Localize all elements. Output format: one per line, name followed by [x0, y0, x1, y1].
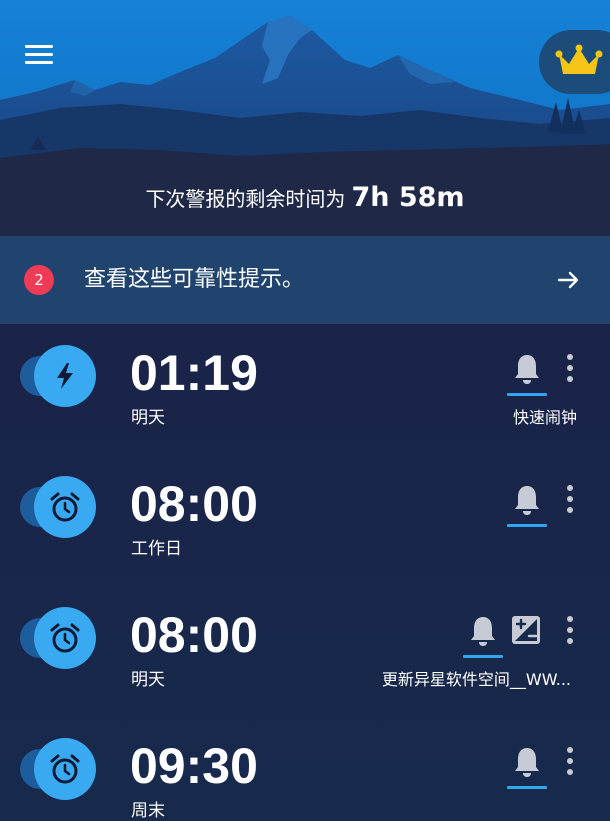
bell-icon	[515, 486, 539, 515]
alarm-sound-button[interactable]	[507, 741, 547, 789]
alarm-row: 08:00 工作日	[0, 455, 610, 586]
alarm-toggle[interactable]	[18, 475, 98, 539]
reliability-tips-text: 查看这些可靠性提示。	[84, 267, 305, 292]
next-alarm-remaining: 7h 58m	[351, 182, 465, 213]
alarm-sound-button[interactable]	[463, 610, 503, 658]
alarm-note: 快速闹钟	[512, 408, 577, 427]
header: 下次警报的剩余时间为 7h 58m	[0, 0, 610, 236]
bell-icon	[471, 617, 495, 646]
alarm-time[interactable]: 08:00	[130, 604, 258, 666]
alarm-time[interactable]: 01:19	[130, 342, 258, 404]
alarm-sound-button[interactable]	[507, 479, 547, 527]
image-icon[interactable]	[510, 614, 542, 646]
alarm-toggle[interactable]	[18, 344, 98, 408]
more-options-icon[interactable]	[562, 481, 578, 517]
more-options-icon[interactable]	[562, 612, 578, 648]
toggle-knob	[34, 345, 96, 407]
alarm-note: 更新异星软件空间__WW...	[381, 670, 571, 689]
bell-icon	[515, 748, 539, 777]
sound-indicator	[507, 524, 547, 527]
toggle-knob	[34, 738, 96, 800]
app-screen: 下次警报的剩余时间为7h 58m 2 查看这些可靠性提示。 01:19 明天	[0, 0, 610, 821]
sound-indicator	[463, 655, 503, 658]
alarm-repeat-label: 明天	[131, 670, 165, 690]
toggle-knob	[34, 607, 96, 669]
more-options-icon[interactable]	[562, 350, 578, 386]
alarm-repeat-label: 工作日	[131, 539, 182, 559]
menu-button[interactable]	[16, 34, 62, 74]
tips-count-badge: 2	[24, 265, 54, 295]
alarm-clock-icon	[50, 623, 80, 653]
alarm-row: 01:19 明天 快速闹钟	[0, 324, 610, 455]
toggle-knob	[34, 476, 96, 538]
premium-button[interactable]	[539, 30, 610, 94]
alarm-clock-icon	[50, 754, 80, 784]
alarm-row: 08:00 明天 更新异星软件空间__WW...	[0, 586, 610, 717]
alarm-list: 01:19 明天 快速闹钟 08:00 工作日 08:00 明天 更新异星软件空…	[0, 324, 610, 821]
more-options-icon[interactable]	[562, 743, 578, 779]
alarm-row: 09:30 周末	[0, 717, 610, 821]
alarm-time[interactable]: 08:00	[130, 473, 258, 535]
sound-indicator	[507, 393, 547, 396]
alarm-repeat-label: 周末	[131, 801, 165, 821]
next-alarm-countdown: 下次警报的剩余时间为 7h 58m	[0, 182, 610, 213]
alarm-sound-button[interactable]	[507, 348, 547, 396]
alarm-repeat-label: 明天	[131, 408, 165, 428]
alarm-toggle[interactable]	[18, 737, 98, 801]
alarm-time[interactable]: 09:30	[130, 735, 258, 797]
bell-icon	[515, 355, 539, 384]
sound-indicator	[507, 786, 547, 789]
next-alarm-prefix: 下次警报的剩余时间为	[145, 187, 346, 211]
lightning-icon	[57, 363, 73, 389]
alarm-clock-icon	[50, 492, 80, 522]
hamburger-menu-icon	[25, 45, 53, 64]
reliability-tips-banner[interactable]: 2 查看这些可靠性提示。	[0, 236, 610, 324]
arrow-right-icon	[557, 271, 579, 289]
alarm-toggle[interactable]	[18, 606, 98, 670]
crown-icon	[555, 44, 603, 74]
